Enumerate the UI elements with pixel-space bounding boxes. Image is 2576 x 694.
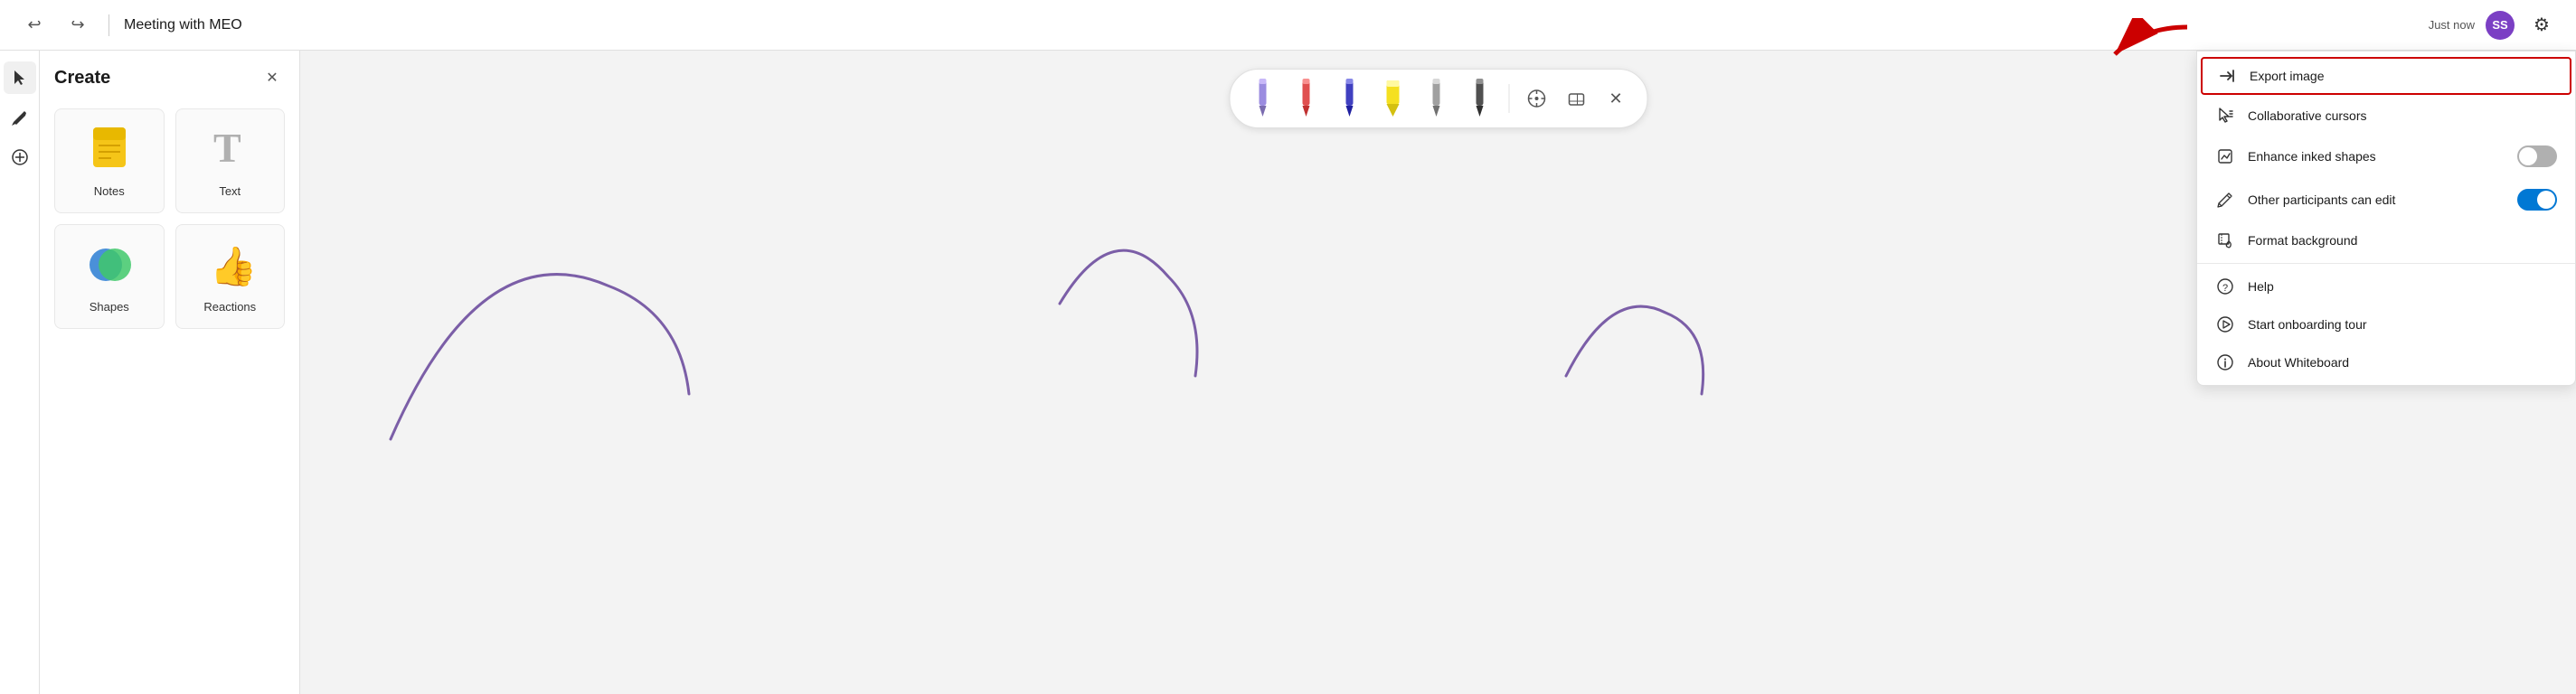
settings-button[interactable]: ⚙ bbox=[2525, 9, 2558, 42]
participants-edit-menu-item[interactable]: Other participants can edit bbox=[2197, 178, 2575, 221]
export-arrow-icon bbox=[2219, 68, 2235, 84]
onboarding-tour-menu-item[interactable]: Start onboarding tour bbox=[2197, 305, 2575, 343]
dark-blue-pen-button[interactable] bbox=[1331, 77, 1367, 120]
select-tool-button[interactable] bbox=[4, 61, 36, 94]
onboarding-tour-label: Start onboarding tour bbox=[2248, 317, 2557, 332]
paint-bucket-icon bbox=[2217, 232, 2233, 249]
settings-dropdown: Export image Collaborative cursors Enhan… bbox=[2196, 51, 2576, 386]
toggle-knob-on bbox=[2537, 191, 2555, 209]
add-icon bbox=[12, 149, 28, 165]
format-background-menu-item[interactable]: Format background bbox=[2197, 221, 2575, 259]
text-item[interactable]: T Text bbox=[175, 108, 286, 213]
panel-title: Create bbox=[54, 68, 110, 89]
info-circle-icon bbox=[2217, 354, 2233, 370]
collaborative-cursors-icon bbox=[2215, 108, 2235, 124]
shapes-label: Shapes bbox=[90, 300, 129, 314]
text-label: Text bbox=[219, 184, 241, 198]
export-image-menu-item[interactable]: Export image bbox=[2201, 57, 2571, 95]
participants-edit-label: Other participants can edit bbox=[2248, 192, 2505, 207]
purple-pen-button[interactable] bbox=[1244, 77, 1280, 120]
side-panel: Create ✕ Notes T Text bbox=[40, 51, 300, 694]
participants-edit-toggle[interactable] bbox=[2517, 189, 2557, 211]
close-toolbar-button[interactable]: ✕ bbox=[1599, 82, 1632, 115]
ruler-icon bbox=[1526, 89, 1546, 108]
redo-button[interactable]: ↪ bbox=[61, 9, 94, 42]
shapes-icon bbox=[86, 239, 133, 293]
pen-tool-button[interactable] bbox=[4, 101, 36, 134]
gray-pen-icon bbox=[1428, 77, 1444, 118]
collaborative-cursors-label: Collaborative cursors bbox=[2248, 108, 2557, 123]
undo-button[interactable]: ↩ bbox=[18, 9, 51, 42]
format-background-icon bbox=[2215, 232, 2235, 249]
reactions-icon: 👍 bbox=[206, 239, 253, 293]
page-title: Meeting with MEO bbox=[124, 17, 242, 33]
left-toolbar bbox=[0, 51, 40, 694]
export-icon bbox=[2217, 68, 2237, 84]
edit-permissions-icon bbox=[2215, 192, 2235, 208]
help-label: Help bbox=[2248, 279, 2557, 294]
reactions-label: Reactions bbox=[203, 300, 256, 314]
svg-text:👍: 👍 bbox=[210, 244, 253, 286]
notes-label: Notes bbox=[94, 184, 125, 198]
panel-header: Create ✕ bbox=[54, 65, 285, 90]
help-icon: ? bbox=[2215, 278, 2235, 295]
enhance-shapes-icon bbox=[2215, 148, 2235, 164]
enhance-inked-shapes-menu-item[interactable]: Enhance inked shapes bbox=[2197, 135, 2575, 178]
avatar: SS bbox=[2486, 11, 2515, 40]
add-content-button[interactable] bbox=[4, 141, 36, 174]
red-pen-icon bbox=[1297, 77, 1314, 118]
about-icon bbox=[2215, 354, 2235, 370]
pencil-icon bbox=[2217, 192, 2233, 208]
dark-blue-pen-icon bbox=[1341, 77, 1357, 118]
toggle-knob bbox=[2519, 147, 2537, 165]
enhance-inked-shapes-toggle[interactable] bbox=[2517, 145, 2557, 167]
pen-toolbar: ✕ bbox=[1229, 69, 1647, 128]
pen-toolbar-divider bbox=[1508, 84, 1509, 113]
collaborative-cursors-menu-item[interactable]: Collaborative cursors bbox=[2197, 97, 2575, 135]
gray-pen-button[interactable] bbox=[1418, 77, 1454, 120]
export-image-label: Export image bbox=[2250, 69, 2555, 83]
yellow-highlighter-icon bbox=[1382, 77, 1402, 118]
purple-pen-icon bbox=[1254, 77, 1270, 118]
title-bar-right: Just now SS ⚙ bbox=[2429, 9, 2558, 42]
yellow-highlighter-button[interactable] bbox=[1374, 77, 1411, 120]
panel-grid: Notes T Text Shapes � bbox=[54, 108, 285, 329]
title-bar-left: ↩ ↪ Meeting with MEO bbox=[18, 9, 242, 42]
pen-icon bbox=[12, 109, 28, 126]
help-menu-item[interactable]: ? Help bbox=[2197, 267, 2575, 305]
shapes-item[interactable]: Shapes bbox=[54, 224, 165, 329]
svg-text:?: ? bbox=[2222, 283, 2228, 294]
dark-pen-button[interactable] bbox=[1461, 77, 1497, 120]
enhance-icon bbox=[2217, 148, 2233, 164]
save-status: Just now bbox=[2429, 18, 2475, 32]
text-icon: T bbox=[206, 124, 253, 177]
select-icon bbox=[12, 70, 28, 86]
play-triangle-icon bbox=[2217, 316, 2233, 333]
svg-text:T: T bbox=[213, 125, 241, 171]
about-whiteboard-label: About Whiteboard bbox=[2248, 355, 2557, 370]
title-bar: ↩ ↪ Meeting with MEO Just now SS ⚙ bbox=[0, 0, 2576, 51]
red-pen-button[interactable] bbox=[1288, 77, 1324, 120]
panel-close-button[interactable]: ✕ bbox=[259, 65, 285, 90]
about-whiteboard-menu-item[interactable]: About Whiteboard bbox=[2197, 343, 2575, 381]
notes-icon bbox=[86, 124, 133, 177]
dark-pen-icon bbox=[1471, 77, 1487, 118]
question-mark-icon: ? bbox=[2217, 278, 2233, 295]
notes-item[interactable]: Notes bbox=[54, 108, 165, 213]
menu-divider-1 bbox=[2197, 263, 2575, 264]
enhance-inked-shapes-label: Enhance inked shapes bbox=[2248, 149, 2505, 164]
cursor-icon bbox=[2217, 108, 2233, 124]
ruler-button[interactable] bbox=[1520, 82, 1552, 115]
play-icon bbox=[2215, 316, 2235, 333]
reactions-item[interactable]: 👍 Reactions bbox=[175, 224, 286, 329]
eraser-button[interactable] bbox=[1560, 82, 1592, 115]
eraser-icon bbox=[1566, 89, 1586, 108]
format-background-label: Format background bbox=[2248, 233, 2557, 248]
